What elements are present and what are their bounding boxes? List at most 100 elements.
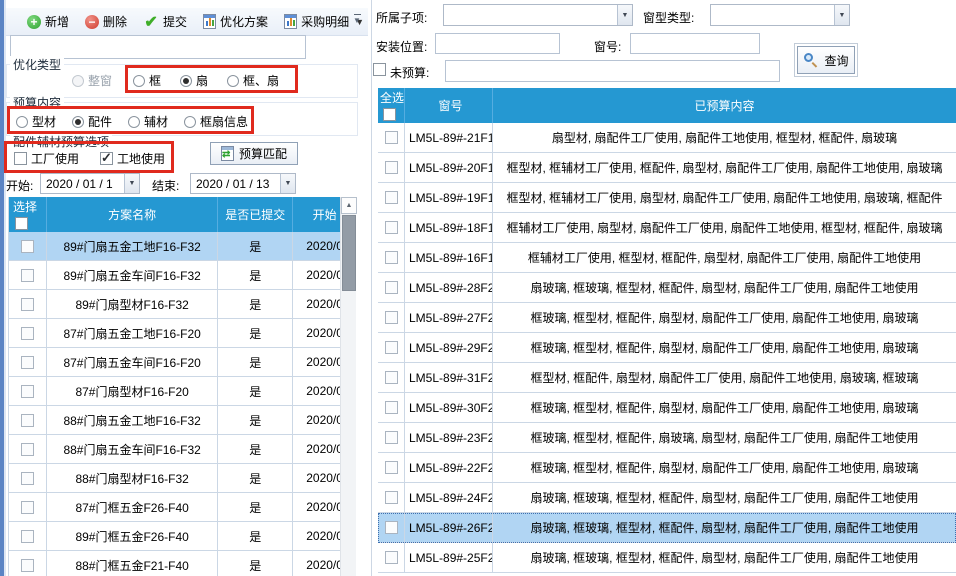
- plan-table-scrollbar[interactable]: ▲: [340, 197, 356, 576]
- row-checkbox[interactable]: [385, 371, 398, 384]
- submit-button[interactable]: ✔ 提交: [138, 11, 192, 32]
- table-row[interactable]: 89#门扇型材F16-F32 是 2020/0: [9, 290, 356, 319]
- submitted-column-header[interactable]: 是否已提交: [218, 197, 293, 232]
- row-checkbox[interactable]: [385, 161, 398, 174]
- window-no-cell[interactable]: LM5L-89#-29F27: [405, 333, 493, 363]
- submitted-cell[interactable]: 是: [218, 464, 293, 493]
- scroll-up-icon[interactable]: ▲: [341, 197, 357, 214]
- budgeted-content-cell[interactable]: 扇玻璃, 框玻璃, 框型材, 框配件, 扇型材, 扇配件工厂使用, 扇配件工地使…: [493, 543, 956, 573]
- submitted-cell[interactable]: 是: [218, 493, 293, 522]
- window-no-column-header[interactable]: 窗号: [405, 88, 493, 123]
- window-no-input[interactable]: [630, 33, 760, 54]
- chevron-down-icon[interactable]: ▼: [280, 174, 295, 193]
- checkbox-site-use[interactable]: 工地使用: [100, 150, 165, 167]
- radio-frame-sash[interactable]: 框、扇: [227, 72, 279, 89]
- radio-auxiliary[interactable]: 辅材: [128, 113, 168, 130]
- window-type-select[interactable]: ▼: [710, 4, 850, 26]
- row-checkbox[interactable]: [21, 327, 34, 340]
- budgeted-content-cell[interactable]: 框型材, 框辅材工厂使用, 扇型材, 扇配件工厂使用, 扇配件工地使用, 扇玻璃…: [493, 183, 956, 213]
- row-checkbox[interactable]: [21, 356, 34, 369]
- table-row[interactable]: LM5L-89#-21F19 扇型材, 扇配件工厂使用, 扇配件工地使用, 框型…: [378, 123, 956, 153]
- table-row[interactable]: LM5L-89#-23F21 框玻璃, 框型材, 框配件, 扇玻璃, 扇型材, …: [378, 423, 956, 453]
- table-row[interactable]: 88#门扇五金车间F16-F32 是 2020/0: [9, 435, 356, 464]
- radio-sash[interactable]: 扇: [180, 72, 208, 89]
- chevron-down-icon[interactable]: ▼: [124, 174, 139, 193]
- row-checkbox[interactable]: [385, 341, 398, 354]
- optimize-plan-button[interactable]: 优化方案: [198, 11, 273, 32]
- table-row[interactable]: LM5L-89#-30F28 框玻璃, 框型材, 框配件, 扇型材, 扇配件工厂…: [378, 393, 956, 423]
- sub-item-select[interactable]: ▼: [443, 4, 633, 26]
- radio-accessory[interactable]: 配件: [72, 113, 112, 130]
- table-row[interactable]: 89#门扇五金工地F16-F32 是 2020/0: [9, 232, 356, 261]
- date-start-picker[interactable]: 2020 / 01 / 1 ▼: [40, 173, 140, 194]
- chevron-down-icon[interactable]: ▼: [617, 5, 632, 25]
- window-no-cell[interactable]: LM5L-89#-26F24: [405, 513, 493, 543]
- budgeted-content-cell[interactable]: 扇玻璃, 框玻璃, 框型材, 框配件, 扇型材, 扇配件工厂使用, 扇配件工地使…: [493, 513, 956, 543]
- row-checkbox[interactable]: [385, 251, 398, 264]
- budgeted-content-cell[interactable]: 框辅材工厂使用, 扇型材, 扇配件工厂使用, 扇配件工地使用, 框型材, 框配件…: [493, 213, 956, 243]
- plan-name-cell[interactable]: 87#门框五金F26-F40: [47, 493, 219, 522]
- window-no-cell[interactable]: LM5L-89#-16F15: [405, 243, 493, 273]
- budgeted-content-cell[interactable]: 框玻璃, 框型材, 框配件, 扇型材, 扇配件工厂使用, 扇配件工地使用, 扇玻…: [493, 333, 956, 363]
- row-checkbox[interactable]: [21, 559, 34, 572]
- unbudgeted-checkbox[interactable]: [373, 63, 386, 76]
- table-row[interactable]: LM5L-89#-20F18 框型材, 框辅材工厂使用, 框配件, 扇型材, 扇…: [378, 153, 956, 183]
- window-no-cell[interactable]: LM5L-89#-24F22: [405, 483, 493, 513]
- budgeted-content-cell[interactable]: 扇玻璃, 框玻璃, 框型材, 框配件, 扇型材, 扇配件工厂使用, 扇配件工地使…: [493, 483, 956, 513]
- table-row[interactable]: LM5L-89#-22F20 框玻璃, 框型材, 框配件, 扇型材, 扇配件工厂…: [378, 453, 956, 483]
- row-checkbox[interactable]: [21, 501, 34, 514]
- plan-name-cell[interactable]: 87#门扇型材F16-F20: [47, 377, 219, 406]
- row-checkbox[interactable]: [21, 385, 34, 398]
- table-row[interactable]: 88#门扇五金工地F16-F32 是 2020/0: [9, 406, 356, 435]
- row-checkbox[interactable]: [385, 401, 398, 414]
- window-no-cell[interactable]: LM5L-89#-27F25: [405, 303, 493, 333]
- window-no-cell[interactable]: LM5L-89#-21F19: [405, 123, 493, 153]
- plan-name-cell[interactable]: 89#门扇型材F16-F32: [47, 290, 219, 319]
- row-checkbox[interactable]: [385, 491, 398, 504]
- submitted-cell[interactable]: 是: [218, 435, 293, 464]
- table-row[interactable]: LM5L-89#-31F29 框型材, 框配件, 扇型材, 扇配件工厂使用, 扇…: [378, 363, 956, 393]
- plan-name-cell[interactable]: 89#门扇五金车间F16-F32: [47, 261, 219, 290]
- plan-name-cell[interactable]: 88#门扇型材F16-F32: [47, 464, 219, 493]
- install-location-input[interactable]: [435, 33, 560, 54]
- row-checkbox[interactable]: [21, 240, 34, 253]
- window-no-cell[interactable]: LM5L-89#-31F29: [405, 363, 493, 393]
- budgeted-content-cell[interactable]: 框玻璃, 框型材, 框配件, 扇型材, 扇配件工厂使用, 扇配件工地使用, 扇玻…: [493, 453, 956, 483]
- radio-frame[interactable]: 框: [133, 72, 161, 89]
- row-checkbox[interactable]: [385, 131, 398, 144]
- table-row[interactable]: 88#门框五金F21-F40 是 2020/0: [9, 551, 356, 576]
- plan-name-cell[interactable]: 88#门扇五金车间F16-F32: [47, 435, 219, 464]
- table-row[interactable]: 87#门扇五金车间F16-F20 是 2020/0: [9, 348, 356, 377]
- table-row[interactable]: 89#门框五金F26-F40 是 2020/0: [9, 522, 356, 551]
- unbudgeted-input[interactable]: [445, 60, 780, 82]
- delete-button[interactable]: − 删除: [80, 11, 132, 32]
- budgeted-content-cell[interactable]: 框辅材工厂使用, 框型材, 框配件, 扇型材, 扇配件工厂使用, 扇配件工地使用: [493, 243, 956, 273]
- budgeted-content-cell[interactable]: 框型材, 框辅材工厂使用, 框配件, 扇型材, 扇配件工厂使用, 扇配件工地使用…: [493, 153, 956, 183]
- toolbar-overflow-button[interactable]: ▼: [350, 10, 364, 30]
- table-row[interactable]: LM5L-89#-29F27 框玻璃, 框型材, 框配件, 扇型材, 扇配件工厂…: [378, 333, 956, 363]
- window-no-cell[interactable]: LM5L-89#-19F17: [405, 183, 493, 213]
- submitted-cell[interactable]: 是: [218, 290, 293, 319]
- row-checkbox[interactable]: [21, 443, 34, 456]
- budgeted-content-cell[interactable]: 框玻璃, 框型材, 框配件, 扇玻璃, 扇型材, 扇配件工厂使用, 扇配件工地使…: [493, 423, 956, 453]
- window-no-cell[interactable]: LM5L-89#-23F21: [405, 423, 493, 453]
- window-no-cell[interactable]: LM5L-89#-25F23: [405, 543, 493, 573]
- submitted-cell[interactable]: 是: [218, 348, 293, 377]
- radio-profile[interactable]: 型材: [16, 113, 56, 130]
- budgeted-content-cell[interactable]: 框型材, 框配件, 扇型材, 扇配件工厂使用, 扇配件工地使用, 扇玻璃, 框玻…: [493, 363, 956, 393]
- select-all-column-header[interactable]: 全选: [378, 88, 405, 123]
- add-button[interactable]: + 新增: [22, 11, 74, 32]
- select-all-checkbox[interactable]: [383, 108, 396, 121]
- window-no-cell[interactable]: LM5L-89#-22F20: [405, 453, 493, 483]
- row-checkbox[interactable]: [385, 191, 398, 204]
- plan-name-cell[interactable]: 87#门扇五金车间F16-F20: [47, 348, 219, 377]
- window-no-cell[interactable]: LM5L-89#-18F16: [405, 213, 493, 243]
- row-checkbox[interactable]: [385, 461, 398, 474]
- submitted-cell[interactable]: 是: [218, 406, 293, 435]
- row-checkbox[interactable]: [21, 530, 34, 543]
- table-row[interactable]: 88#门扇型材F16-F32 是 2020/0: [9, 464, 356, 493]
- budgeted-content-cell[interactable]: 扇型材, 扇配件工厂使用, 扇配件工地使用, 框型材, 框配件, 扇玻璃: [493, 123, 956, 153]
- plan-name-cell[interactable]: 88#门框五金F21-F40: [47, 551, 219, 576]
- table-row[interactable]: LM5L-89#-18F16 框辅材工厂使用, 扇型材, 扇配件工厂使用, 扇配…: [378, 213, 956, 243]
- table-row[interactable]: 87#门扇型材F16-F20 是 2020/0: [9, 377, 356, 406]
